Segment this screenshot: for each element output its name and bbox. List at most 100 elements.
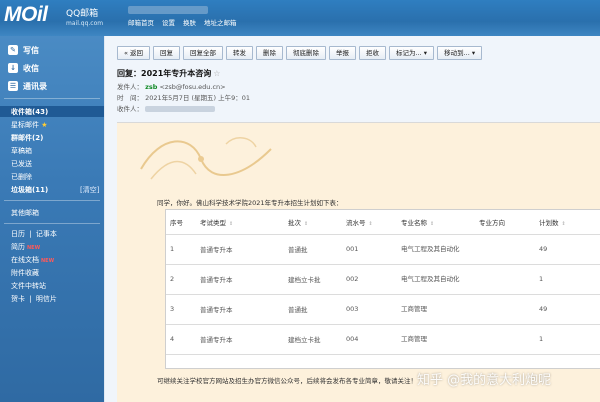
sidebar-item-spam[interactable]: 垃圾箱(11) <box>11 185 48 195</box>
cell-serial: 002 <box>342 264 397 295</box>
decorative-swirl-ornament <box>140 137 272 180</box>
sender-name[interactable]: zsb <box>145 83 157 91</box>
sidebar-item-resume[interactable]: 简历 NEW <box>11 242 40 252</box>
back-button[interactable]: « 返回 <box>117 46 151 60</box>
col-header-serial[interactable]: 流水号 ⇕ <box>342 210 397 235</box>
col-header-quota[interactable]: 计划数 ⇕ <box>535 210 600 235</box>
new-badge: NEW <box>41 258 55 264</box>
table-row: 3 普通专升本 普通批 003 工商管理 49 <box>166 294 600 325</box>
sidebar-item-drafts[interactable]: 草稿箱 <box>11 146 32 156</box>
inbox-icon: ↓ <box>8 63 18 73</box>
sidebar-divider <box>4 98 100 99</box>
contacts-button[interactable]: ☰ 通讯录 <box>8 79 47 93</box>
table-row: 4 普通专升本 建档立卡批 004 工商管理 1 <box>166 324 600 355</box>
cell-direction <box>475 294 535 325</box>
clear-spam-link[interactable]: [清空] <box>80 185 99 195</box>
table-row: 2 普通专升本 建档立卡批 002 电气工程及其自动化 1 <box>166 264 600 295</box>
permanent-delete-button[interactable]: 彻底删除 <box>286 46 327 60</box>
docs-label: 在线文档 <box>11 256 39 264</box>
sidebar-divider <box>4 200 100 201</box>
blurred-recipient <box>145 106 216 112</box>
sidebar-divider <box>4 223 100 224</box>
new-badge: NEW <box>27 245 41 251</box>
write-label: 写信 <box>23 45 39 55</box>
cell-direction <box>475 264 535 295</box>
star-toggle-icon[interactable]: ☆ <box>213 69 220 78</box>
cards-link[interactable]: 贺卡 <box>11 295 25 303</box>
nav-home[interactable]: 邮箱首页 <box>128 17 154 27</box>
sidebar-item-sent[interactable]: 已发送 <box>11 159 32 169</box>
starred-label: 星标邮件 <box>11 121 39 129</box>
cell-quota: 1 <box>535 324 600 355</box>
sidebar-item-calendar: 日历 | 记事本 <box>11 230 57 238</box>
mail-body: 同学，你好。佛山科学技术学院2021年专升本招生计划如下表： 序号 考试类型 ⇕ … <box>117 122 600 402</box>
from-label: 发件人： <box>117 83 143 91</box>
cell-serial: 003 <box>342 294 397 325</box>
sidebar-item-file-transfer[interactable]: 文件中转站 <box>11 281 46 291</box>
mark-as-dropdown[interactable]: 标记为... ▾ <box>389 46 435 60</box>
write-button[interactable]: ✎ 写信 <box>8 43 39 57</box>
zhihu-watermark: 知乎 @我的意大利炮呢 <box>417 373 552 388</box>
cell-quota: 49 <box>535 234 600 265</box>
sort-icon: ⇕ <box>561 220 566 227</box>
nav-address-mail[interactable]: 地址之邮箱 <box>204 17 237 27</box>
cell-serial: 001 <box>342 234 397 265</box>
cell-index: 3 <box>166 294 196 325</box>
sidebar-item-attachments[interactable]: 附件收藏 <box>11 268 39 278</box>
receive-button[interactable]: ↓ 收信 <box>8 61 39 75</box>
mail-intro-text: 同学，你好。佛山科学技术学院2021年专升本招生计划如下表： <box>157 199 343 207</box>
mail-footnote-text: 可继续关注学校官方网站及招生办官方微信公众号，后续将会发布各专业简章，敬请关注！ <box>157 377 417 385</box>
cell-direction <box>475 324 535 355</box>
star-icon: ★ <box>41 121 48 129</box>
col-header-index[interactable]: 序号 <box>166 210 196 235</box>
sidebar-item-inbox[interactable]: 收件箱(43) <box>11 107 48 117</box>
mail-toolbar: « 返回 回复 回复全部 转发 删除 彻底删除 举报 拒收 标记为... ▾ 移… <box>117 46 483 60</box>
cell-major: 电气工程及其自动化 <box>397 234 475 265</box>
sort-icon: ⇕ <box>430 220 435 227</box>
cell-exam-type: 普通专升本 <box>196 324 284 355</box>
resume-label: 简历 <box>11 243 25 251</box>
reject-button[interactable]: 拒收 <box>359 46 387 60</box>
cell-exam-type: 普通专升本 <box>196 264 284 295</box>
move-to-dropdown[interactable]: 移动到... ▾ <box>437 46 483 60</box>
qq-mail-logo[interactable]: MOil <box>4 3 48 27</box>
nav-settings[interactable]: 设置 <box>162 17 175 27</box>
col-header-batch[interactable]: 批次 ⇕ <box>284 210 342 235</box>
sidebar-item-cards: 贺卡 | 明信片 <box>11 295 57 303</box>
table-header-row: 序号 考试类型 ⇕ 批次 ⇕ 流水号 ⇕ 专业名称 ⇕ 专业方向 计划数 ⇕ <box>166 210 600 235</box>
reply-button[interactable]: 回复 <box>153 46 181 60</box>
sidebar-item-group-mail[interactable]: 群邮件(2) <box>11 133 43 143</box>
cell-major: 工商管理 <box>397 324 475 355</box>
cell-exam-type: 普通专升本 <box>196 234 284 265</box>
nav-skin[interactable]: 换肤 <box>183 17 196 27</box>
recipient-line: 收件人： <box>117 103 216 113</box>
time-label: 时 间： <box>117 94 143 102</box>
cell-serial: 004 <box>342 324 397 355</box>
sort-icon: ⇕ <box>229 220 234 227</box>
sidebar-item-starred[interactable]: 星标邮件 ★ <box>11 120 48 130</box>
col-header-exam-type[interactable]: 考试类型 ⇕ <box>196 210 284 235</box>
cell-batch: 普通批 <box>284 294 342 325</box>
forward-button[interactable]: 转发 <box>226 46 254 60</box>
sender-address: <zsb@fosu.edu.cn> <box>159 83 226 91</box>
report-button[interactable]: 举报 <box>329 46 357 60</box>
sidebar-item-docs[interactable]: 在线文档 NEW <box>11 255 54 265</box>
sidebar-item-other-mailbox[interactable]: 其他邮箱 <box>11 208 39 218</box>
pencil-icon: ✎ <box>8 45 18 55</box>
sidebar: ✎ 写信 ↓ 收信 ☰ 通讯录 收件箱(43) 星标邮件 ★ 群邮件(2) 草稿… <box>0 36 104 402</box>
sidebar-item-deleted[interactable]: 已删除 <box>11 172 32 182</box>
notes-link[interactable]: 记事本 <box>36 230 57 238</box>
contacts-label: 通讯录 <box>23 81 47 91</box>
cell-batch: 普通批 <box>284 234 342 265</box>
postcard-link[interactable]: 明信片 <box>36 295 57 303</box>
delete-button[interactable]: 删除 <box>256 46 284 60</box>
reply-all-button[interactable]: 回复全部 <box>183 46 224 60</box>
cell-batch: 建档立卡批 <box>284 324 342 355</box>
cell-exam-type: 普通专升本 <box>196 294 284 325</box>
calendar-link[interactable]: 日历 <box>11 230 25 238</box>
cell-index: 4 <box>166 324 196 355</box>
col-header-major[interactable]: 专业名称 ⇕ <box>397 210 475 235</box>
col-header-direction[interactable]: 专业方向 <box>475 210 535 235</box>
cell-major: 电气工程及其自动化 <box>397 264 475 295</box>
sort-icon: ⇕ <box>368 220 373 227</box>
